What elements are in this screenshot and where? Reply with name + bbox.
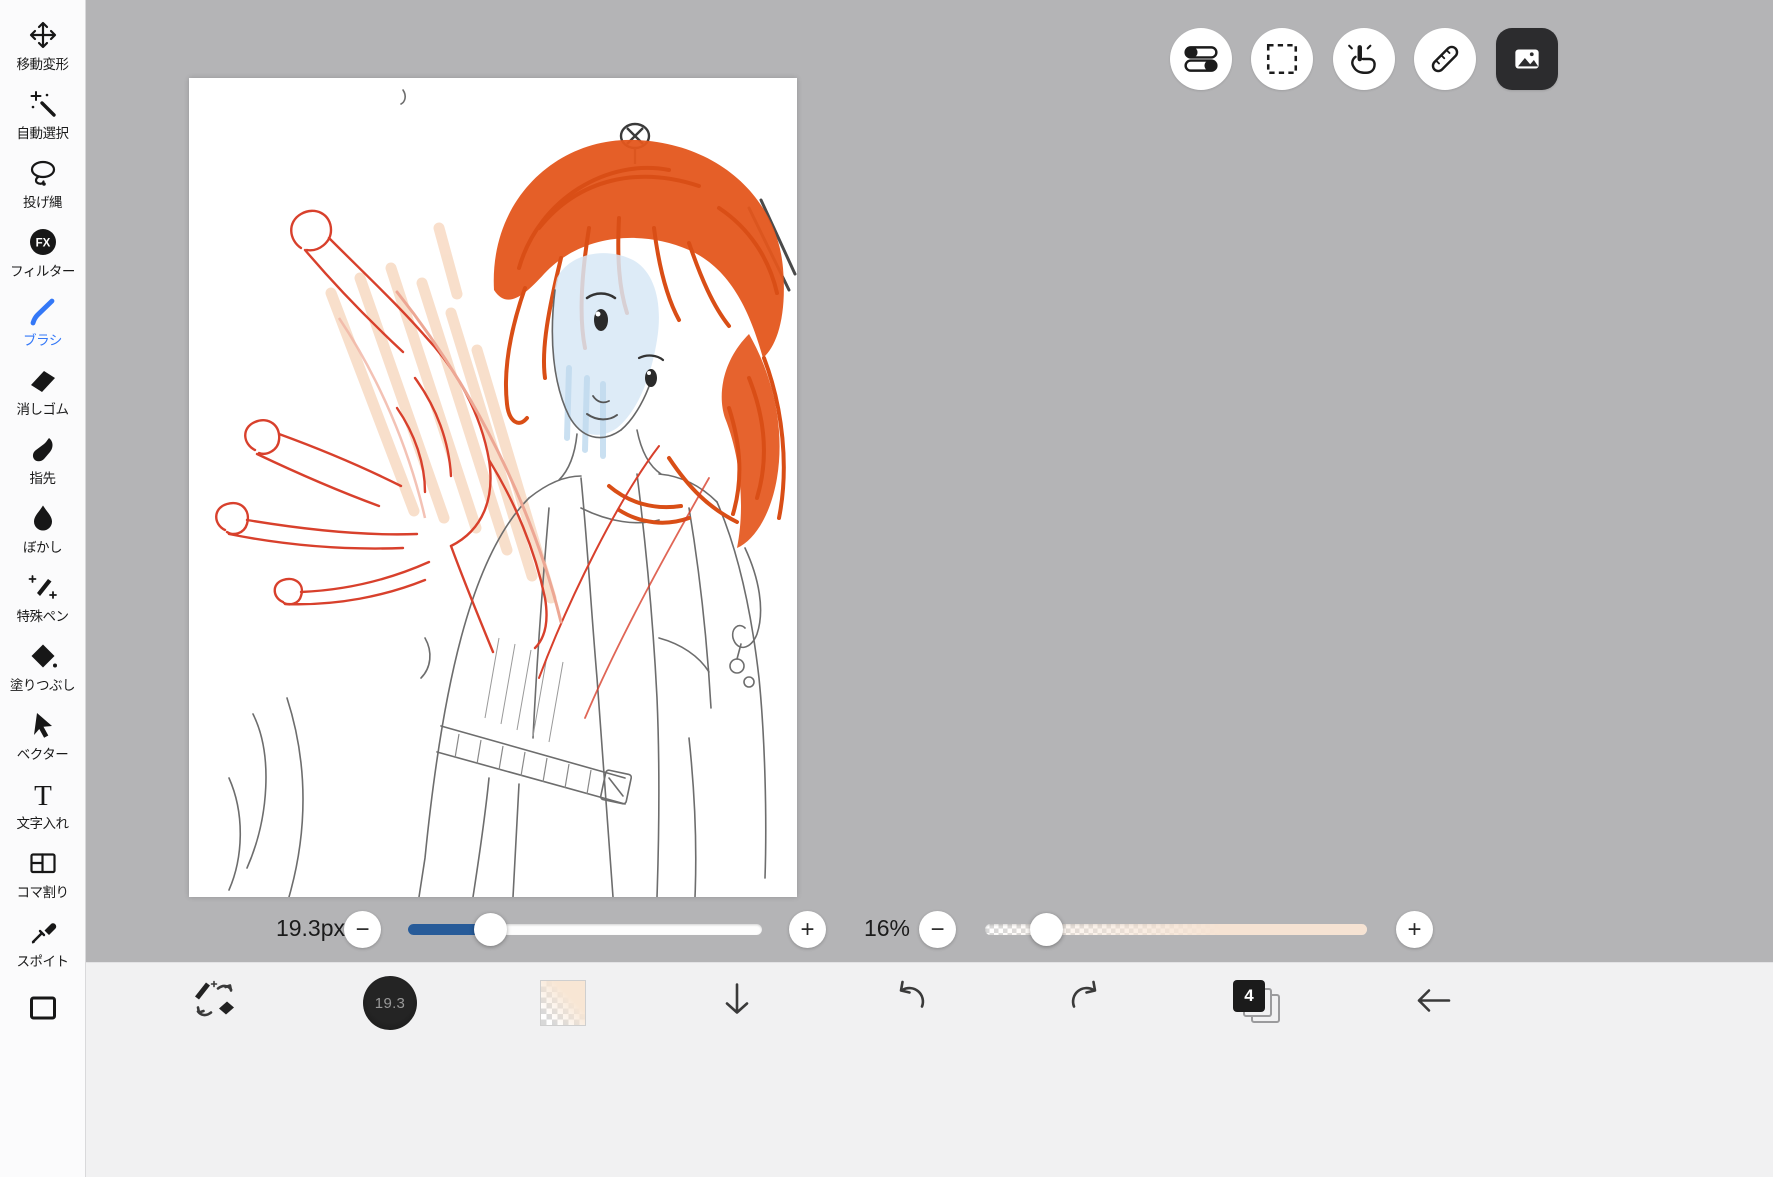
- undo-icon: [899, 980, 925, 1008]
- move-transform-icon: [28, 20, 58, 50]
- tool-label: 投げ縄: [23, 195, 63, 210]
- redo-icon: [1071, 980, 1097, 1008]
- down-arrow-icon: [725, 983, 749, 1014]
- brush-size-badge: 19.3: [374, 994, 406, 1012]
- layers-button[interactable]: 4: [1233, 980, 1283, 1026]
- opacity-value: 16%: [863, 915, 910, 941]
- lasso-icon: [28, 158, 58, 188]
- down-arrow-button[interactable]: [715, 979, 759, 1028]
- sidebar-item-brush[interactable]: ブラシ: [0, 288, 85, 357]
- tool-label: 特殊ペン: [16, 609, 70, 624]
- dashed-selection-icon: [1266, 43, 1298, 75]
- tool-label: 塗りつぶし: [9, 678, 76, 693]
- sidebar-item-text-insert[interactable]: T 文字入れ: [0, 771, 85, 840]
- blur-droplet-icon: [28, 503, 58, 533]
- plus-icon: +: [1407, 915, 1422, 943]
- sidebar-item-vector[interactable]: ベクター: [0, 702, 85, 771]
- sidebar-item-panel-divide[interactable]: コマ割り: [0, 840, 85, 909]
- sidebar-item-lasso[interactable]: 投げ縄: [0, 150, 85, 219]
- brush-size-slider[interactable]: [408, 924, 762, 935]
- fingertip-icon: [28, 434, 58, 464]
- image-material-icon: [1515, 49, 1539, 69]
- special-pen-icon: [28, 572, 58, 602]
- brush-size-decrease-button[interactable]: −: [344, 911, 381, 948]
- minus-icon: −: [930, 915, 945, 943]
- sidebar-item-eraser[interactable]: 消しゴム: [0, 357, 85, 426]
- sidebar-item-blur[interactable]: ぼかし: [0, 495, 85, 564]
- fill-diamond-icon: [28, 641, 58, 671]
- drawing-canvas[interactable]: [189, 78, 797, 897]
- tool-label: 自動選択: [16, 126, 70, 141]
- undo-button[interactable]: [889, 979, 933, 1028]
- opacity-increase-button[interactable]: +: [1396, 911, 1433, 948]
- bottom-toolbar: 19.3 4: [86, 962, 1773, 1177]
- color-swatch-button[interactable]: [540, 980, 586, 1026]
- tool-sidebar: 移動変形 自動選択 投げ縄 FX フィルター ブラシ 消しゴム 指先 ぼかし 特…: [0, 0, 86, 1177]
- vector-cursor-icon: [28, 710, 58, 740]
- sidebar-item-auto-select[interactable]: 自動選択: [0, 81, 85, 150]
- eyedropper-icon: [28, 917, 58, 947]
- sidebar-item-filter[interactable]: FX フィルター: [0, 219, 85, 288]
- magic-wand-icon: [28, 89, 58, 119]
- tool-label: 移動変形: [16, 57, 70, 72]
- layers-icon: 4: [1233, 980, 1283, 1026]
- svg-text:FX: FX: [35, 238, 50, 250]
- gesture-button[interactable]: [1333, 28, 1395, 90]
- brush-eraser-switch-button[interactable]: [191, 979, 239, 1028]
- sidebar-item-eyedropper[interactable]: スポイト: [0, 909, 85, 978]
- selection-button[interactable]: [1251, 28, 1313, 90]
- svg-text:T: T: [34, 780, 52, 809]
- ruler-icon: [1431, 45, 1459, 73]
- redo-button[interactable]: [1063, 979, 1107, 1028]
- tool-label: ブラシ: [23, 333, 62, 348]
- tool-label: コマ割り: [16, 885, 70, 900]
- sidebar-item-move-transform[interactable]: 移動変形: [0, 12, 85, 81]
- opacity-decrease-button[interactable]: −: [919, 911, 956, 948]
- material-button[interactable]: [1496, 28, 1558, 90]
- plus-icon: +: [800, 915, 815, 943]
- layer-count-badge: 4: [1244, 986, 1254, 1005]
- tool-property-button[interactable]: [1170, 28, 1232, 90]
- sidebar-item-canvas-frame[interactable]: [0, 980, 85, 1036]
- opacity-slider-knob[interactable]: [1030, 913, 1063, 946]
- sidebar-item-bucket-fill[interactable]: 塗りつぶし: [0, 633, 85, 702]
- brush-size-increase-button[interactable]: +: [789, 911, 826, 948]
- brush-size-slider-knob[interactable]: [474, 913, 507, 946]
- tool-label: 指先: [29, 471, 57, 486]
- artwork-sketch: [215, 89, 797, 897]
- eraser-icon: [28, 365, 58, 395]
- tool-label: ベクター: [16, 747, 69, 762]
- ruler-button[interactable]: [1414, 28, 1476, 90]
- text-tool-icon: T: [28, 779, 58, 809]
- tool-label: 消しゴム: [16, 402, 70, 417]
- tool-label: フィルター: [10, 264, 75, 279]
- brush-icon: [28, 296, 58, 326]
- paint-app: { "colors": { "accent_blue": "#3478f7", …: [0, 0, 1773, 1177]
- tool-label: ぼかし: [23, 540, 63, 555]
- tool-label: 文字入れ: [16, 816, 70, 831]
- back-button[interactable]: [1411, 979, 1455, 1028]
- sidebar-item-fingertip[interactable]: 指先: [0, 426, 85, 495]
- tool-label: スポイト: [16, 954, 70, 969]
- current-color-swatch: [540, 980, 586, 1026]
- sidebar-item-special-pen[interactable]: 特殊ペン: [0, 564, 85, 633]
- brush-eraser-switch-icon: [195, 980, 234, 1017]
- brush-size-value: 19.3px: [275, 915, 345, 941]
- minus-icon: −: [355, 915, 370, 943]
- panel-divide-icon: [28, 848, 58, 878]
- fx-filter-icon: FX: [28, 227, 58, 257]
- finger-gesture-icon: [1348, 44, 1376, 74]
- toggles-icon: [1184, 46, 1218, 72]
- back-arrow-icon: [1417, 989, 1451, 1012]
- canvas-frame-icon: [28, 993, 58, 1023]
- brush-preview-button[interactable]: 19.3: [363, 976, 417, 1030]
